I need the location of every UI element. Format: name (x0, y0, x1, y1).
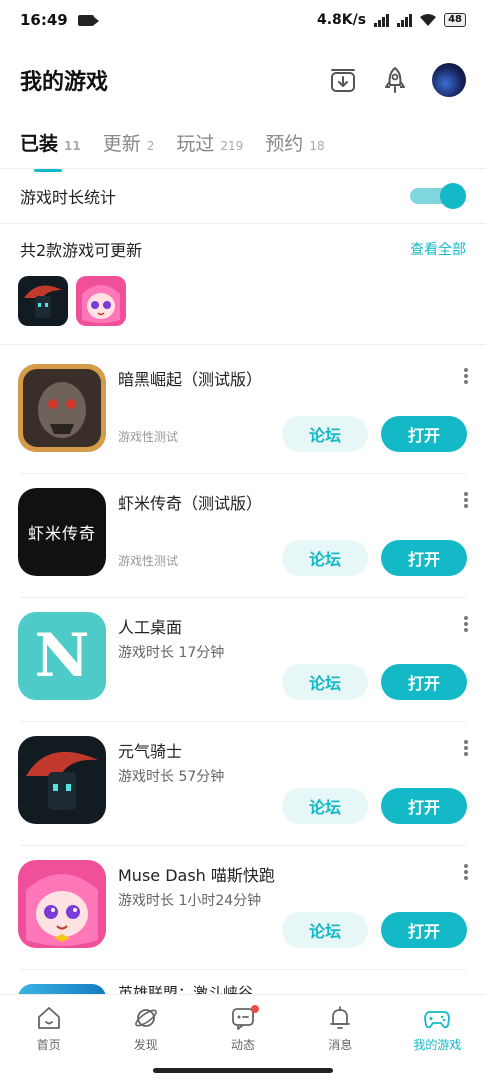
signal-icon (374, 13, 390, 27)
game-name: 元气骑士 (118, 742, 183, 761)
nav-label: 我的游戏 (413, 1038, 462, 1052)
network-speed: 4.8K/s (316, 12, 367, 28)
tab-reserved[interactable]: 预约 18 (265, 129, 324, 156)
home-indicator[interactable] (153, 1068, 333, 1073)
nav-label: 首页 (36, 1038, 61, 1052)
game-subtitle: 游戏性测试 (118, 430, 179, 444)
forum-button[interactable]: 论坛 (282, 912, 368, 948)
tab-played[interactable]: 玩过 219 (176, 129, 243, 156)
more-options-icon[interactable] (464, 616, 468, 632)
tab-label: 预约 (265, 132, 304, 155)
row-divider (20, 969, 466, 970)
download-box-icon[interactable] (328, 65, 358, 95)
rocket-icon[interactable] (380, 65, 410, 95)
soul-knight-icon (18, 736, 106, 824)
nav-label: 消息 (328, 1038, 353, 1052)
tab-updates[interactable]: 更新 2 (103, 129, 155, 156)
game-name: 英雄联盟：激斗峡谷 (118, 984, 254, 994)
toggle-knob (440, 183, 466, 209)
list-item[interactable]: 元气骑士 游戏时长 57分钟 论坛 打开 (0, 722, 486, 846)
tab-count: 11 (64, 138, 81, 153)
list-item[interactable]: N 人工桌面 游戏时长 17分钟 论坛 打开 (0, 598, 486, 722)
tab-count: 2 (146, 138, 155, 153)
open-button[interactable]: 打开 (381, 912, 467, 948)
game-name: 虾米传奇（测试版） (118, 494, 263, 513)
planet-icon (134, 1009, 157, 1027)
bell-icon (330, 1006, 351, 1029)
tab-label: 已装 (20, 132, 59, 155)
more-options-icon[interactable] (464, 864, 468, 880)
page-header: 我的游戏 (0, 50, 486, 110)
game-list: 暗黑崛起（测试版） 游戏性测试 论坛 打开 虾米传奇 虾米传奇（测试版） 游戏性… (0, 350, 486, 970)
status-time: 16:49 (20, 11, 68, 29)
signal-icon-2 (397, 13, 413, 27)
playtime-stats-toggle[interactable] (410, 183, 466, 209)
nav-discover[interactable]: 发现 (97, 995, 194, 1060)
xiami-legend-icon: 虾米传奇 (18, 488, 106, 576)
home-icon (37, 1007, 60, 1029)
soul-knight-update-icon[interactable] (18, 276, 68, 326)
muse-dash-update-icon[interactable] (76, 276, 126, 326)
list-item[interactable]: 虾米传奇 虾米传奇（测试版） 游戏性测试 论坛 打开 (0, 474, 486, 598)
nav-activity[interactable]: 动态 (194, 995, 291, 1060)
nav-my-games[interactable]: 我的游戏 (389, 995, 486, 1060)
page-title: 我的游戏 (20, 70, 109, 95)
dark-rise-icon (18, 364, 106, 452)
game-playtime: 游戏时长 17分钟 (118, 645, 225, 661)
forum-button[interactable]: 论坛 (282, 788, 368, 824)
section-divider (0, 344, 486, 345)
muse-dash-icon (18, 860, 106, 948)
updates-label: 共2款游戏可更新 (20, 241, 143, 260)
game-subtitle: 游戏性测试 (118, 554, 179, 568)
game-playtime: 游戏时长 57分钟 (118, 769, 225, 785)
nav-home[interactable]: 首页 (0, 995, 97, 1060)
header-icons (328, 63, 466, 97)
forum-button[interactable]: 论坛 (282, 540, 368, 576)
nav-messages[interactable]: 消息 (292, 995, 389, 1060)
playtime-stats-row: 游戏时长统计 (0, 168, 486, 224)
tab-bar: 已装 11 更新 2 玩过 219 预约 18 (0, 118, 486, 172)
more-options-icon[interactable] (464, 740, 468, 756)
open-button[interactable]: 打开 (381, 540, 467, 576)
forum-button[interactable]: 论坛 (282, 664, 368, 700)
tab-installed[interactable]: 已装 11 (20, 129, 81, 172)
tab-label: 更新 (102, 132, 141, 155)
list-item[interactable]: Muse Dash 喵斯快跑 游戏时长 1小时24分钟 论坛 打开 (0, 846, 486, 970)
updates-header: 共2款游戏可更新 查看全部 (0, 234, 486, 264)
bottom-nav: 首页 发现 动态 消息 我的游戏 (0, 994, 486, 1060)
ai-desktop-icon: N (18, 612, 106, 700)
game-name: 人工桌面 (118, 618, 183, 637)
more-options-icon[interactable] (464, 492, 468, 508)
wifi-icon (420, 14, 437, 26)
gamepad-icon (424, 1011, 451, 1029)
game-playtime: 游戏时长 1小时24分钟 (118, 893, 262, 909)
game-name: 暗黑崛起（测试版） (118, 370, 263, 389)
status-right: 4.8K/s 48 (317, 12, 466, 28)
avatar[interactable] (432, 63, 466, 97)
tab-label: 玩过 (176, 132, 215, 155)
nav-label: 动态 (231, 1038, 256, 1052)
open-button[interactable]: 打开 (381, 788, 467, 824)
camera-icon (77, 14, 99, 26)
notification-dot (251, 1005, 259, 1013)
playtime-stats-label: 游戏时长统计 (20, 188, 117, 207)
game-name: Muse Dash 喵斯快跑 (118, 866, 275, 885)
open-button[interactable]: 打开 (381, 416, 467, 452)
forum-button[interactable]: 论坛 (282, 416, 368, 452)
more-options-icon[interactable] (464, 368, 468, 384)
nav-label: 发现 (133, 1038, 158, 1052)
xiami-logo-text: 虾米传奇 (27, 524, 96, 543)
n-logo-text: N (34, 621, 90, 691)
tab-count: 18 (309, 138, 325, 153)
list-item[interactable]: 暗黑崛起（测试版） 游戏性测试 论坛 打开 (0, 350, 486, 474)
status-bar: 16:49 4.8K/s 48 (0, 0, 486, 40)
open-button[interactable]: 打开 (381, 664, 467, 700)
update-icons (18, 276, 126, 326)
battery-icon: 48 (444, 13, 466, 27)
view-all-link[interactable]: 查看全部 (410, 239, 466, 259)
tab-count: 219 (220, 138, 244, 153)
